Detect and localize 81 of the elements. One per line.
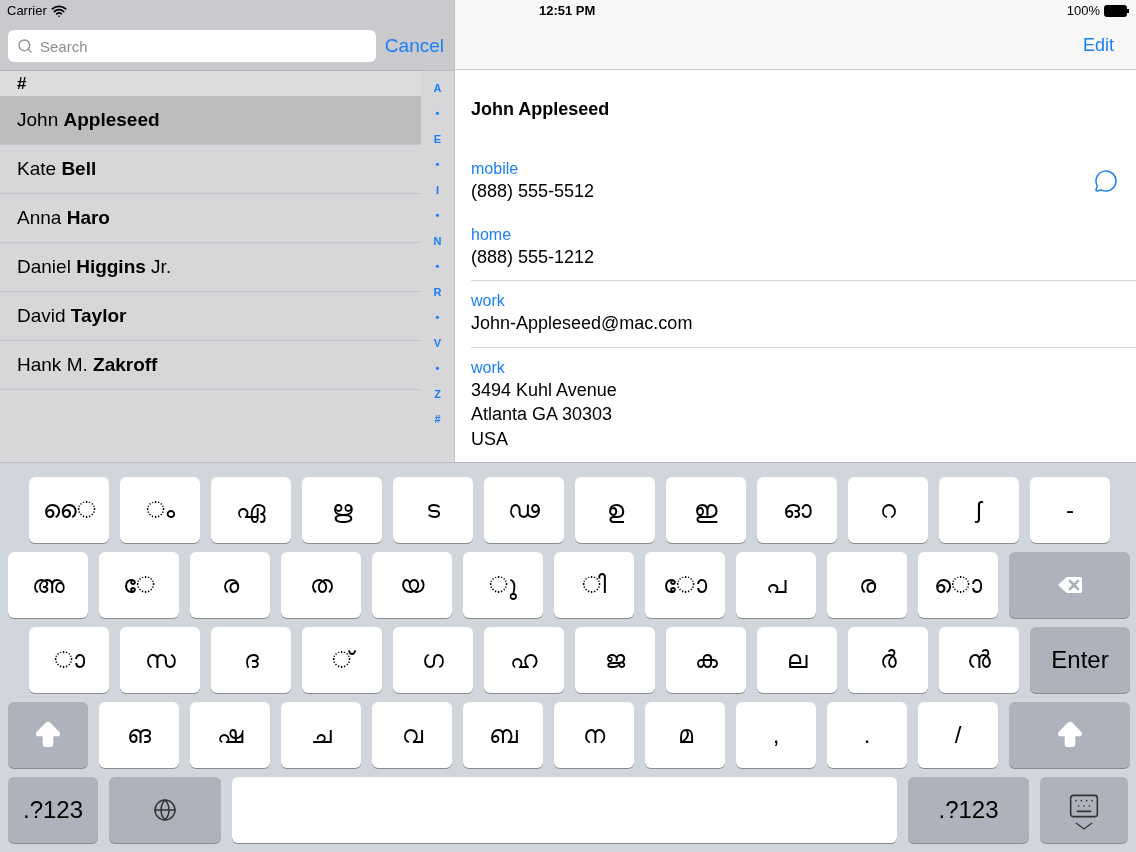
key[interactable]: ഇ (666, 477, 746, 543)
key[interactable]: യ (372, 552, 452, 618)
hide-keyboard-key[interactable] (1040, 777, 1128, 843)
key[interactable]: ർ (848, 627, 928, 693)
key[interactable]: മ (645, 702, 725, 768)
key[interactable]: ങ (99, 702, 179, 768)
section-header: # (0, 71, 421, 96)
key[interactable]: ക (666, 627, 746, 693)
key[interactable]: / (918, 702, 998, 768)
contact-row[interactable]: Daniel Higgins Jr. (0, 243, 421, 292)
key[interactable]: ച (281, 702, 361, 768)
shift-key[interactable] (8, 702, 88, 768)
key[interactable]: ഢ (484, 477, 564, 543)
key[interactable]: ം (120, 477, 200, 543)
key[interactable]: ◌ാ (29, 627, 109, 693)
field-value: USA (471, 427, 509, 451)
key[interactable]: ഉ (575, 477, 655, 543)
key[interactable]: . (827, 702, 907, 768)
key[interactable]: ത (281, 552, 361, 618)
key[interactable]: ല (757, 627, 837, 693)
key[interactable]: വ (372, 702, 452, 768)
field-label: mobile (471, 159, 520, 179)
key[interactable]: റ (848, 477, 928, 543)
field-value: John-Appleseed@mac.com (471, 312, 694, 335)
shift-key[interactable] (1009, 702, 1130, 768)
contact-row[interactable]: Anna Haro (0, 194, 421, 243)
battery-icon (1104, 5, 1130, 17)
contact-row[interactable]: Hank M. Zakroff (0, 341, 421, 390)
key[interactable]: ൻ (939, 627, 1019, 693)
edit-button[interactable]: Edit (1082, 32, 1114, 59)
key[interactable]: ബ (463, 702, 543, 768)
key[interactable]: ◌് (302, 627, 382, 693)
key[interactable]: ന (554, 702, 634, 768)
delete-key[interactable] (1009, 552, 1130, 618)
battery-label: 100% (1066, 2, 1100, 21)
key[interactable]: - (1030, 477, 1110, 543)
key[interactable]: ട (393, 477, 473, 543)
key[interactable]: ഓ (757, 477, 837, 543)
key[interactable]: ദ (211, 627, 291, 693)
globe-key[interactable] (109, 777, 221, 843)
key[interactable]: ◌ു (463, 552, 543, 618)
carrier-label: Carrier (7, 2, 47, 21)
key[interactable]: ര (827, 552, 907, 618)
contact-row[interactable]: David Taylor (0, 292, 421, 341)
key[interactable]: ◌ൊ (918, 552, 998, 618)
key[interactable]: ഹ (484, 627, 564, 693)
key[interactable]: ◌ോ (645, 552, 725, 618)
field-value: (888) 555-1212 (471, 245, 596, 269)
chevron-down-icon (1075, 822, 1093, 830)
enter-key[interactable]: Enter (1030, 627, 1130, 693)
key[interactable]: ◌േ (99, 552, 179, 618)
key[interactable]: ഷ (190, 702, 270, 768)
key[interactable]: ഋ (302, 477, 382, 543)
message-icon[interactable] (1094, 169, 1118, 194)
field-label: work (471, 357, 506, 378)
key[interactable]: ഏ (211, 477, 291, 543)
contact-row[interactable]: John Appleseed (0, 96, 421, 145)
key[interactable]: ര (190, 552, 270, 618)
key[interactable]: ◌ി (554, 552, 634, 618)
search-icon (17, 38, 33, 54)
status-time: 12:51 PM (539, 2, 596, 21)
field-label: home (471, 224, 513, 245)
field-value: Atlanta GA 30303 (471, 403, 614, 426)
key[interactable]: , (736, 702, 816, 768)
globe-icon (153, 798, 177, 822)
contact-name: John Appleseed (471, 98, 611, 121)
field-label: work (471, 291, 506, 311)
field-value: (888) 555-5512 (471, 180, 596, 203)
contact-row[interactable]: Kate Bell (0, 145, 421, 194)
key[interactable]: ʃ (939, 477, 1019, 543)
key[interactable]: പ (736, 552, 816, 618)
key[interactable]: അ (8, 552, 88, 618)
search-field[interactable]: Search (8, 30, 376, 62)
field-value: 3494 Kuhl Avenue (471, 378, 618, 402)
key[interactable]: ◌ൈ (29, 477, 109, 543)
wifi-icon (50, 3, 67, 19)
numbers-key[interactable]: .?123 (908, 777, 1029, 843)
key[interactable]: ജ (575, 627, 655, 693)
key[interactable]: ഗ (393, 627, 473, 693)
key[interactable]: സ (120, 627, 200, 693)
numbers-key[interactable]: .?123 (8, 777, 98, 843)
